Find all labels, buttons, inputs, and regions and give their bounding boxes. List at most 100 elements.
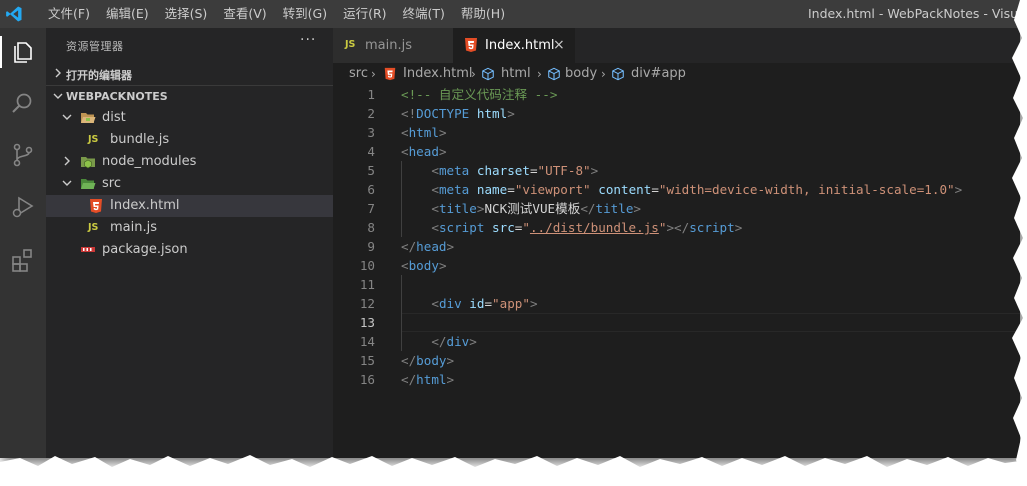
open-editors-section[interactable]: 打开的编辑器 [46,63,333,85]
search-icon[interactable] [9,90,37,118]
code-token: title [438,201,477,216]
line-number: 10 [359,258,375,273]
tree-item-bundle-js[interactable]: JS bundle.js [46,129,333,151]
menu-bar: 文件(F) 编辑(E) 选择(S) 查看(V) 转到(G) 运行(R) 终端(T… [40,0,513,28]
code-editor[interactable]: 1 <!-- 自定义代码注释 --> 2 <!DOCTYPE html> 3 <html>… [333,85,1020,458]
code-line[interactable]: 14 </div> [333,332,1020,351]
html5-icon [90,199,102,213]
code-line[interactable]: 12 <div id="app"> [333,294,1020,313]
extensions-icon[interactable] [9,246,37,274]
breadcrumb-src[interactable]: src [349,63,368,85]
code-token: html [408,125,439,140]
close-tab-icon[interactable]: × [553,28,565,63]
breadcrumb: src › Index.html › html › body › div#app [333,63,1020,85]
html5-icon [465,38,477,52]
code-line[interactable]: 9 </head> [333,237,1020,256]
tree-item-label: node_modules [102,154,197,169]
code-token: NCK测试VUE模板 [484,201,581,216]
line-number: 11 [359,277,375,292]
code-line[interactable]: 3 <html> [333,123,1020,142]
breadcrumb-div-app[interactable]: div#app [631,63,686,85]
code-token: </ [401,239,417,254]
activity-bar [0,28,46,458]
code-token: = [507,182,515,197]
code-token: meta [438,182,470,197]
tree-item-node-modules[interactable]: node_modules [46,151,333,173]
menu-selection[interactable]: 选择(S) [157,0,216,28]
code-line[interactable]: 6 <meta name="viewport" content="width=d… [333,180,1020,199]
more-actions-button[interactable]: ··· [300,32,316,48]
code-token: "width=device-width, initial-scale=1.0" [658,182,955,197]
code-token: = [651,182,659,197]
code-token: div [438,296,462,311]
code-line[interactable]: 4 <head> [333,142,1020,161]
code-token: > [734,220,743,235]
chevron-right-icon: › [601,67,606,81]
project-name: WEBPACKNOTES [66,90,168,103]
code-line[interactable]: 10 <body> [333,256,1020,275]
chevron-right-icon [64,156,70,166]
code-line[interactable]: 13 [333,313,1020,332]
code-line[interactable]: 2 <!DOCTYPE html> [333,104,1020,123]
tree-item-main-js[interactable]: JS main.js [46,217,333,239]
code-token: > [438,125,447,140]
menu-help[interactable]: 帮助(H) [453,0,513,28]
code-token: < [431,220,439,235]
menu-edit[interactable]: 编辑(E) [98,0,157,28]
tab-bar: JS main.js Index.html × [333,28,1020,63]
indent-guide [401,161,402,237]
tab-index-html[interactable]: Index.html × [453,28,575,63]
code-line[interactable]: 11 [333,275,1020,294]
source-control-icon[interactable] [9,141,37,169]
breadcrumb-file[interactable]: Index.html [403,63,473,85]
code-line[interactable]: 5 <meta charset="UTF-8"> [333,161,1020,180]
menu-view[interactable]: 查看(V) [215,0,274,28]
line-number: 1 [367,87,375,102]
tree-item-src[interactable]: src [46,173,333,195]
breadcrumb-body[interactable]: body [565,63,597,85]
code-line[interactable]: 1 <!-- 自定义代码注释 --> [333,85,1020,104]
chevron-down-icon [62,114,72,120]
line-number: 13 [359,315,375,330]
menu-file[interactable]: 文件(F) [40,0,98,28]
explorer-icon[interactable] [9,38,37,66]
code-line[interactable]: 8 <script src="../dist/bundle.js"></scri… [333,218,1020,237]
code-token: </ [401,372,417,387]
code-text: <title>NCK测试VUE模板</title> [401,199,641,218]
code-token: html [416,372,447,387]
code-token: head [408,144,439,159]
code-line[interactable]: 7 <title>NCK测试VUE模板</title> [333,199,1020,218]
line-number: 16 [359,372,375,387]
tab-main-js[interactable]: JS main.js [333,28,453,63]
code-token: "UTF-8" [537,163,591,178]
code-token: > [446,239,455,254]
menu-run[interactable]: 运行(R) [335,0,394,28]
tree-item-package-json[interactable]: package.json [46,239,333,261]
menu-go[interactable]: 转到(G) [275,0,335,28]
chevron-right-icon: › [471,67,476,81]
code-token: > [590,163,599,178]
chevron-down-icon [62,180,72,186]
code-line[interactable]: 15 </body> [333,351,1020,370]
src-folder-icon [81,179,96,189]
code-token: "app" [492,296,530,311]
line-number: 2 [367,106,375,121]
code-text: </body> [401,351,454,370]
tree-item-dist[interactable]: dist [46,107,333,129]
code-line[interactable]: 16 </html> [333,370,1020,389]
active-indicator [0,36,2,68]
breadcrumb-html[interactable]: html [501,63,531,85]
line-number: 6 [367,182,375,197]
code-text: <meta charset="UTF-8"> [401,161,598,180]
tree-item-label: src [102,176,121,191]
run-debug-icon[interactable] [9,193,37,221]
code-text: <body> [401,256,447,275]
tree-item-index-html[interactable]: Index.html [46,195,333,217]
project-section[interactable]: WEBPACKNOTES [46,86,333,108]
menu-terminal[interactable]: 终端(T) [395,0,453,28]
code-token: ></ [666,220,690,235]
